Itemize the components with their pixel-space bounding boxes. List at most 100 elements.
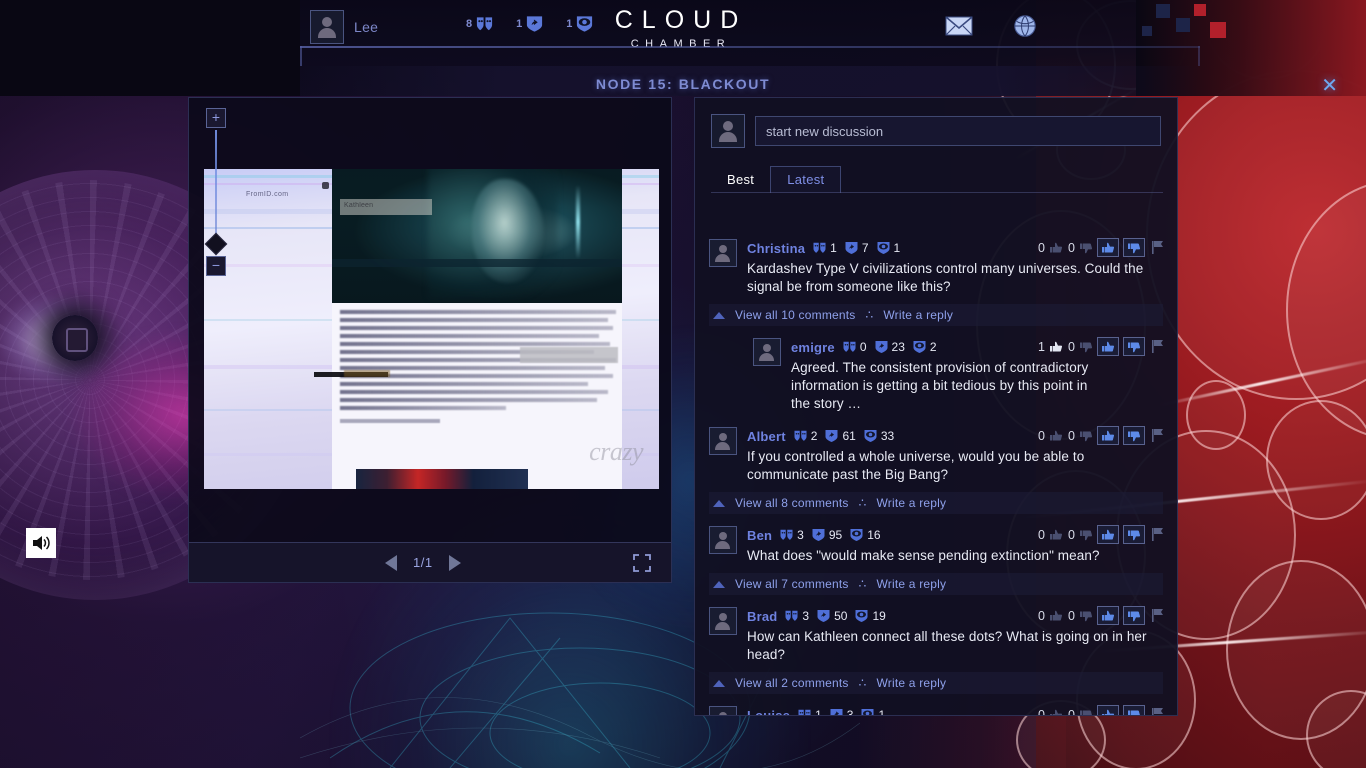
view-all-row: View all 10 comments ∴ Write a reply xyxy=(709,304,1163,326)
globe-icon[interactable] xyxy=(1011,14,1039,38)
person-icon xyxy=(715,244,731,262)
zoom-out-button[interactable]: − xyxy=(206,256,226,276)
comment-views-count: 1 xyxy=(893,241,901,255)
view-all-comments-link[interactable]: View all 2 comments xyxy=(735,676,849,690)
flag-icon[interactable] xyxy=(1151,707,1165,715)
write-a-reply-link[interactable]: Write a reply xyxy=(883,308,953,322)
stat-replies-count: 1 xyxy=(516,18,523,30)
comment[interactable]: Ben 3 95 16 What does "would make sense … xyxy=(695,518,1177,571)
comment-masks-count: 1 xyxy=(815,708,822,715)
volume-icon xyxy=(33,536,50,550)
comment-masks-count: 0 xyxy=(859,340,867,354)
collapse-icon[interactable] xyxy=(713,580,725,588)
comment-author[interactable]: emigre xyxy=(791,340,835,355)
comment-replies-count: 23 xyxy=(891,340,905,354)
comment-stat-replies: 3 xyxy=(829,707,853,715)
upvote-button[interactable] xyxy=(1097,606,1119,625)
comment-author[interactable]: Ben xyxy=(747,528,772,543)
write-a-reply-link[interactable]: Write a reply xyxy=(876,676,946,690)
comment[interactable]: Louise 1 3 1 W xyxy=(695,698,1177,715)
view-all-comments-link[interactable]: View all 10 comments xyxy=(735,308,856,322)
fullscreen-icon[interactable] xyxy=(633,554,651,572)
comment-reply[interactable]: emigre 0 23 2 Agreed. The consistent pro… xyxy=(695,330,1177,419)
downvote-button[interactable] xyxy=(1123,705,1145,715)
comment[interactable]: Christina 1 7 1 Kardashev Type V civiliz… xyxy=(695,231,1177,302)
stat-masks[interactable]: 8 xyxy=(466,14,494,34)
document-highlight-2 xyxy=(344,370,390,377)
flag-icon[interactable] xyxy=(1151,240,1165,255)
downvote-button[interactable] xyxy=(1123,606,1145,625)
flag-icon[interactable] xyxy=(1151,339,1165,354)
comment-replies-count: 50 xyxy=(834,609,848,623)
avatar xyxy=(709,427,737,455)
next-arrow-icon[interactable] xyxy=(448,554,461,571)
thumbs-down-icon xyxy=(1128,530,1141,540)
comment-actions: 1 0 xyxy=(1037,337,1165,356)
avatar xyxy=(753,338,781,366)
thumbs-up-icon xyxy=(1102,430,1115,440)
upvote-button[interactable] xyxy=(1097,238,1119,257)
stat-masks-count: 8 xyxy=(466,18,473,30)
comment[interactable]: Brad 3 50 19 How can Kathleen connect al… xyxy=(695,599,1177,670)
comment-stat-replies: 7 xyxy=(844,240,869,256)
brand-logo: CLOUD CHAMBER xyxy=(586,6,776,50)
thumbs-up-icon xyxy=(1050,709,1063,715)
masks-icon xyxy=(813,242,826,253)
eye-shield-icon xyxy=(913,341,926,353)
thread-list[interactable]: Christina 1 7 1 Kardashev Type V civiliz… xyxy=(695,231,1177,715)
prev-arrow-icon[interactable] xyxy=(385,554,397,571)
write-a-reply-link[interactable]: Write a reply xyxy=(876,496,946,510)
comment-author[interactable]: Brad xyxy=(747,609,777,624)
header-stats: 8 1 1 xyxy=(466,14,594,34)
collapse-icon[interactable] xyxy=(713,311,725,319)
zoom-slider-handle[interactable] xyxy=(204,232,228,256)
comment-stat-masks: 2 xyxy=(793,428,817,444)
downvote-button[interactable] xyxy=(1123,426,1145,445)
collapse-icon[interactable] xyxy=(713,499,725,507)
flag-icon[interactable] xyxy=(1151,608,1165,623)
comment-stat-views: 2 xyxy=(912,339,937,355)
downvote-count: 0 xyxy=(1068,428,1075,443)
eye-shield-icon xyxy=(850,529,863,541)
document-bottom-strip xyxy=(356,469,528,489)
person-icon xyxy=(715,432,731,450)
comment-text: Agreed. The consistent provision of cont… xyxy=(791,360,1089,411)
pager: 1/1 xyxy=(385,554,461,571)
comment[interactable]: Albert 2 61 33 If you controlled a whole… xyxy=(695,419,1177,490)
new-discussion-input[interactable] xyxy=(755,116,1161,146)
flag-icon[interactable] xyxy=(1151,428,1165,443)
thumbs-down-icon xyxy=(1080,431,1093,441)
zoom-in-button[interactable]: + xyxy=(206,108,226,128)
comment-text: How can Kathleen connect all these dots?… xyxy=(747,629,1147,662)
volume-button[interactable] xyxy=(26,528,56,558)
close-icon[interactable]: ✕ xyxy=(1321,76,1338,96)
upvote-count: 0 xyxy=(1038,527,1045,542)
mail-icon[interactable] xyxy=(945,14,973,38)
view-all-row: View all 2 comments ∴ Write a reply xyxy=(709,672,1163,694)
tab-latest[interactable]: Latest xyxy=(770,166,842,193)
downvote-button[interactable] xyxy=(1123,238,1145,257)
downvote-button[interactable] xyxy=(1123,337,1145,356)
view-all-comments-link[interactable]: View all 8 comments xyxy=(735,496,849,510)
comment-stat-replies: 50 xyxy=(816,608,847,624)
downvote-button[interactable] xyxy=(1123,525,1145,544)
tab-best[interactable]: Best xyxy=(711,167,770,193)
write-a-reply-link[interactable]: Write a reply xyxy=(876,577,946,591)
thumbs-down-icon xyxy=(1128,243,1141,253)
comment-author[interactable]: Christina xyxy=(747,241,805,256)
upvote-button[interactable] xyxy=(1097,705,1119,715)
upvote-button[interactable] xyxy=(1097,525,1119,544)
media-viewer-canvas[interactable]: FromID.com DETAILS AFTER THE FIRST NIGHT… xyxy=(189,98,671,542)
upvote-count: 0 xyxy=(1038,608,1045,623)
comment-author[interactable]: Albert xyxy=(747,429,786,444)
upvote-button[interactable] xyxy=(1097,426,1119,445)
comment-author[interactable]: Louise xyxy=(747,708,790,716)
collapse-icon[interactable] xyxy=(713,679,725,687)
flag-icon[interactable] xyxy=(1151,527,1165,542)
view-all-comments-link[interactable]: View all 7 comments xyxy=(735,577,849,591)
upvote-button[interactable] xyxy=(1097,337,1119,356)
user-chip[interactable]: Lee xyxy=(310,10,378,44)
photo-bar xyxy=(332,259,622,267)
downvote-count: 0 xyxy=(1068,707,1075,716)
stat-replies[interactable]: 1 xyxy=(516,14,544,34)
